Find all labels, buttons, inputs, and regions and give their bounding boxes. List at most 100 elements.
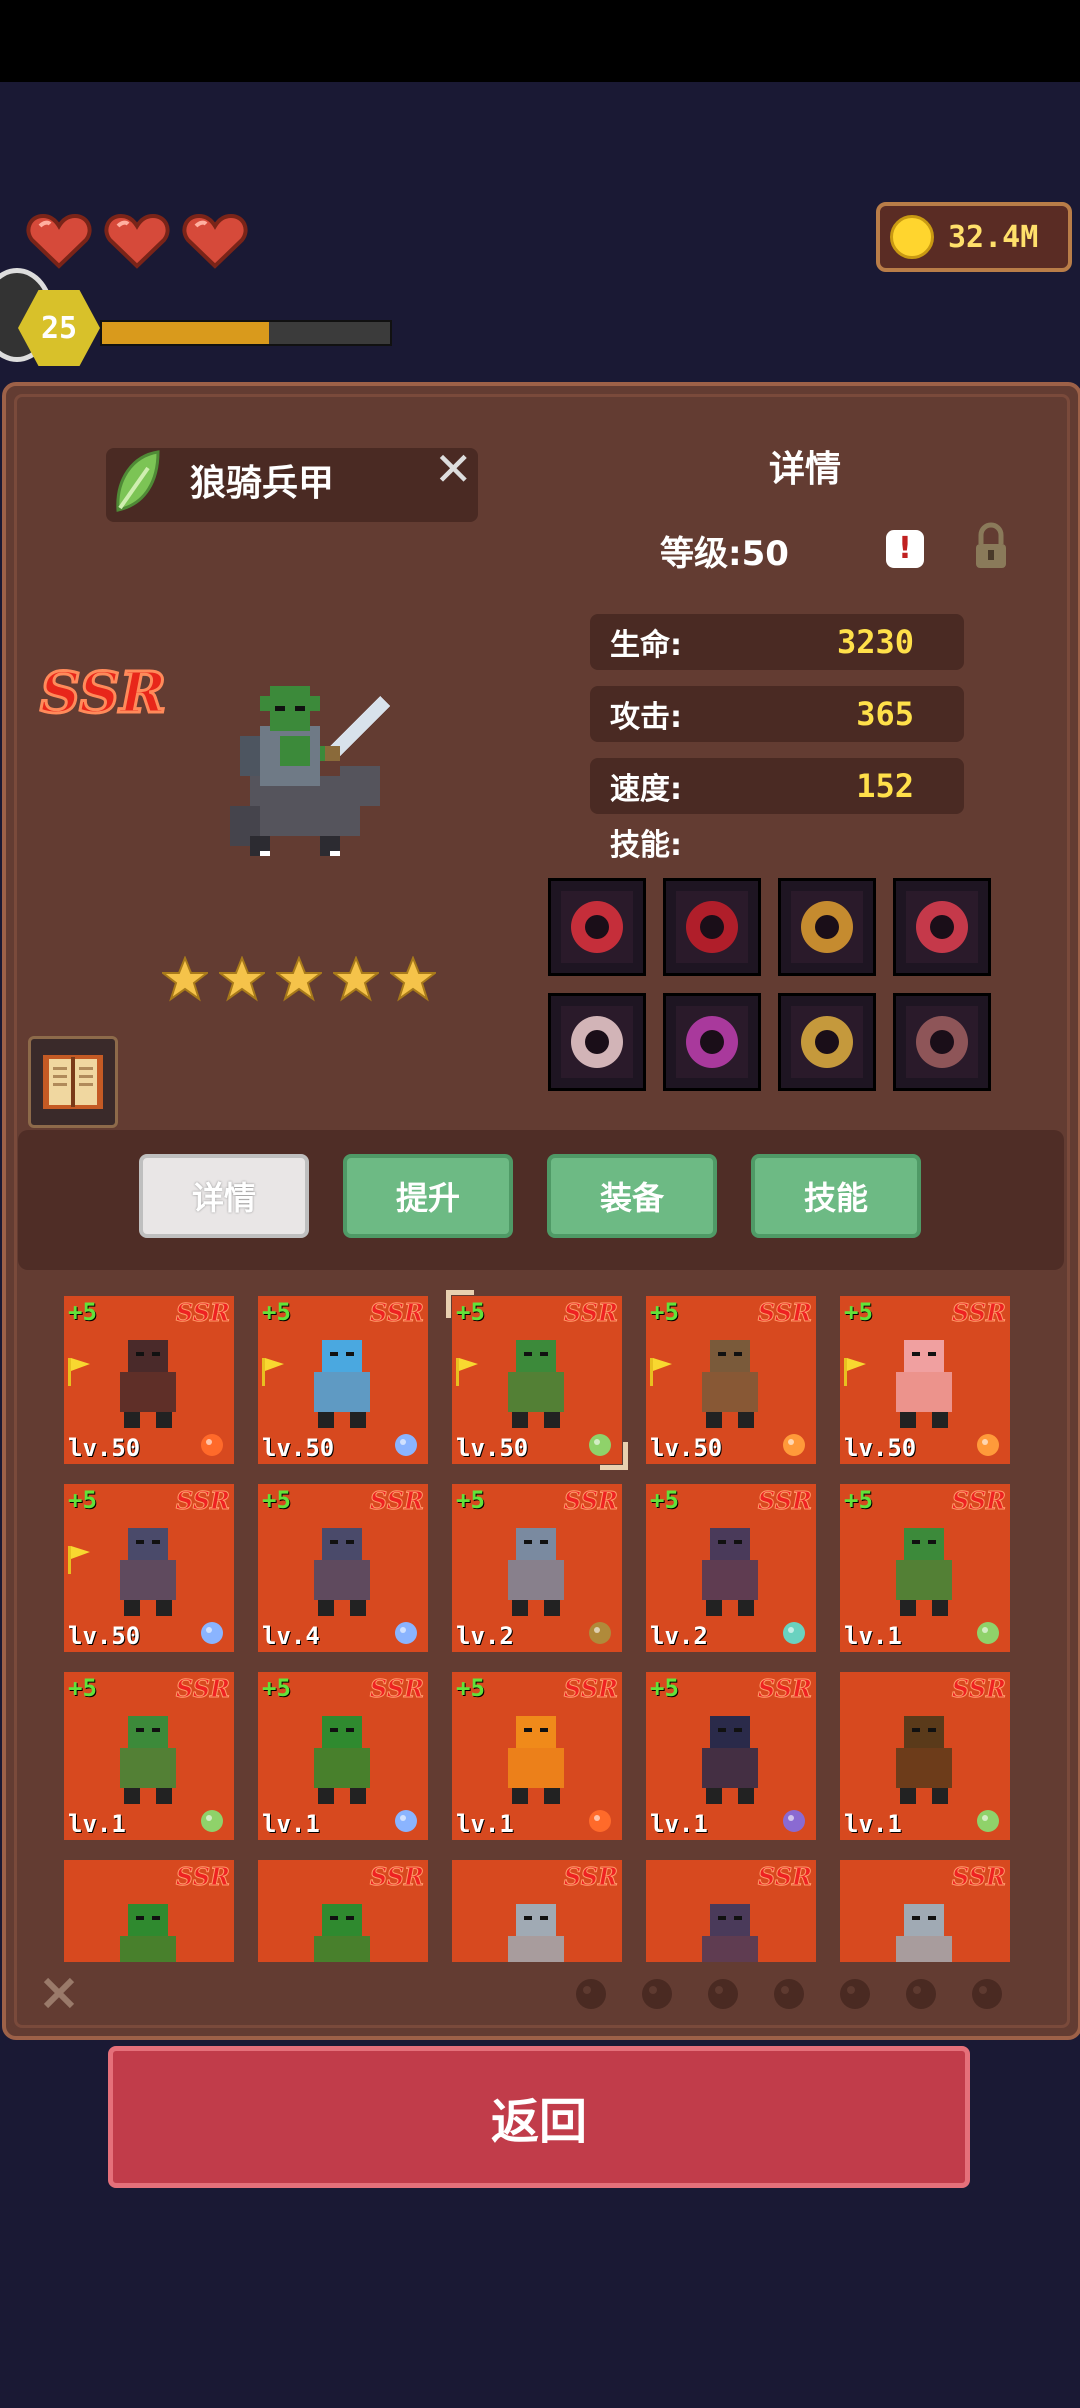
hero-level-label: lv.1	[456, 1810, 514, 1838]
water-icon[interactable]	[702, 1972, 744, 2014]
fanged-mouth-icon[interactable]	[778, 878, 876, 976]
rarity-tag: SSR	[757, 1674, 812, 1704]
wolf-rider-sprite	[896, 1528, 952, 1616]
hooded-bird-sprite	[702, 1904, 758, 1962]
hero-card[interactable]: SSR	[64, 1860, 234, 1962]
moon-icon[interactable]	[966, 1972, 1008, 2014]
tab-3[interactable]: 技能	[751, 1154, 921, 1238]
tab-1[interactable]: 提升	[343, 1154, 513, 1238]
earth-icon[interactable]	[636, 1972, 678, 2014]
wolf-rider-sprite	[508, 1340, 564, 1428]
rarity-badge: SSR	[38, 659, 167, 728]
hero-card[interactable]: +5 SSR lv.50	[64, 1484, 234, 1652]
hero-card[interactable]: +5 SSR lv.1	[258, 1672, 428, 1840]
hero-level-label: lv.50	[68, 1622, 141, 1650]
hero-card[interactable]: SSR	[258, 1860, 428, 1962]
rarity-tag: SSR	[175, 1862, 230, 1892]
back-button[interactable]: 返回	[108, 2046, 970, 2188]
hero-card[interactable]: +5 SSR lv.1	[646, 1672, 816, 1840]
hero-card[interactable]: +5 SSR lv.2	[452, 1484, 622, 1652]
vortex-icon[interactable]	[663, 993, 761, 1091]
upgrade-plus: +5	[456, 1674, 485, 1702]
hero-card[interactable]: +5 SSR lv.1	[840, 1484, 1010, 1652]
leaf-icon	[116, 450, 160, 512]
upgrade-plus: +5	[650, 1298, 679, 1326]
fire-icon[interactable]	[834, 1972, 876, 2014]
hero-roster-grid[interactable]: +5 SSR lv.50 +5 SSR lv.50 +5 SSR lv.50 +5 SSR lv.50…	[56, 1290, 1020, 1962]
demon-face-icon[interactable]	[663, 878, 761, 976]
blood-pillar-icon[interactable]	[548, 993, 646, 1091]
leaf-icon	[584, 1428, 616, 1460]
fairy-sprite	[896, 1340, 952, 1428]
fist-icon[interactable]	[548, 878, 646, 976]
hero-card[interactable]: +5 SSR lv.4	[258, 1484, 428, 1652]
hero-card[interactable]: SSR	[840, 1860, 1010, 1962]
sun-icon	[972, 1428, 1004, 1460]
wind-icon	[778, 1616, 810, 1648]
red-sword-icon[interactable]	[893, 878, 991, 976]
hooded-bird-sprite	[702, 1528, 758, 1616]
stone-golem-sprite	[508, 1528, 564, 1616]
flag-icon	[650, 1358, 672, 1386]
tab-0[interactable]: 详情	[139, 1154, 309, 1238]
close-icon[interactable]: ✕	[434, 444, 473, 494]
upgrade-plus: +5	[262, 1674, 291, 1702]
coin-counter[interactable]: 32.4M	[876, 202, 1072, 272]
hero-card[interactable]: +5 SSR lv.50	[446, 1290, 628, 1470]
hero-name: 狼骑兵甲	[190, 463, 335, 504]
hero-card[interactable]: +5 SSR lv.50	[840, 1296, 1010, 1464]
coin-icon	[890, 215, 934, 259]
close-icon[interactable]	[38, 1972, 80, 2014]
leaf-icon	[972, 1616, 1004, 1648]
upgrade-plus: +5	[262, 1298, 291, 1326]
stat-row: 攻击: 365	[590, 686, 964, 742]
grey-wolf-sprite	[896, 1904, 952, 1962]
status-bar	[0, 0, 1080, 82]
upgrade-plus: +5	[68, 1298, 97, 1326]
green-ogre-sprite	[120, 1904, 176, 1962]
water-icon	[196, 1616, 228, 1648]
wind-icon[interactable]	[768, 1972, 810, 2014]
hero-level: 等级:50	[660, 534, 789, 574]
upgrade-plus: +5	[68, 1486, 97, 1514]
alert-icon[interactable]: !	[886, 530, 924, 568]
hero-level-label: lv.50	[68, 1434, 141, 1462]
hero-card[interactable]: SSR lv.1	[840, 1672, 1010, 1840]
rarity-tag: SSR	[175, 1298, 230, 1328]
sword-strike-icon[interactable]	[778, 993, 876, 1091]
earth-icon	[584, 1616, 616, 1648]
water-icon	[390, 1616, 422, 1648]
deer-druid-sprite	[702, 1340, 758, 1428]
hero-card[interactable]: +5 SSR lv.1	[452, 1672, 622, 1840]
stat-value: 152	[856, 767, 914, 805]
wolf-rider-sprite	[120, 1716, 176, 1804]
hero-level-label: lv.50	[262, 1434, 335, 1462]
hero-card[interactable]: +5 SSR lv.1	[64, 1672, 234, 1840]
rarity-tag: SSR	[563, 1486, 618, 1516]
hero-card[interactable]: +5 SSR lv.2	[646, 1484, 816, 1652]
rarity-tag: SSR	[175, 1486, 230, 1516]
hero-card[interactable]: +5 SSR lv.50	[64, 1296, 234, 1464]
hero-card[interactable]: +5 SSR lv.50	[258, 1296, 428, 1464]
lock-icon[interactable]	[974, 522, 1008, 570]
shield-bell-icon[interactable]	[893, 993, 991, 1091]
sun-icon[interactable]	[900, 1972, 942, 2014]
hero-card[interactable]: SSR	[452, 1860, 622, 1962]
upgrade-plus: +5	[844, 1298, 873, 1326]
leaf-icon	[972, 1804, 1004, 1836]
upgrade-plus: +5	[650, 1486, 679, 1514]
hero-card[interactable]: SSR	[646, 1860, 816, 1962]
shadow-rider-sprite	[314, 1528, 370, 1616]
hero-card[interactable]: +5 SSR lv.50	[646, 1296, 816, 1464]
hero-level-label: lv.1	[844, 1810, 902, 1838]
heart-icon	[182, 212, 248, 270]
book-icon[interactable]	[28, 1036, 118, 1128]
hero-level-label: lv.2	[650, 1622, 708, 1650]
stat-value: 3230	[836, 623, 914, 661]
hero-level-label: lv.2	[456, 1622, 514, 1650]
rarity-tag: SSR	[563, 1674, 618, 1704]
flag-icon	[262, 1358, 284, 1386]
tab-2[interactable]: 装备	[547, 1154, 717, 1238]
leaf-icon[interactable]	[570, 1972, 612, 2014]
stat-row: 生命: 3230	[590, 614, 964, 670]
